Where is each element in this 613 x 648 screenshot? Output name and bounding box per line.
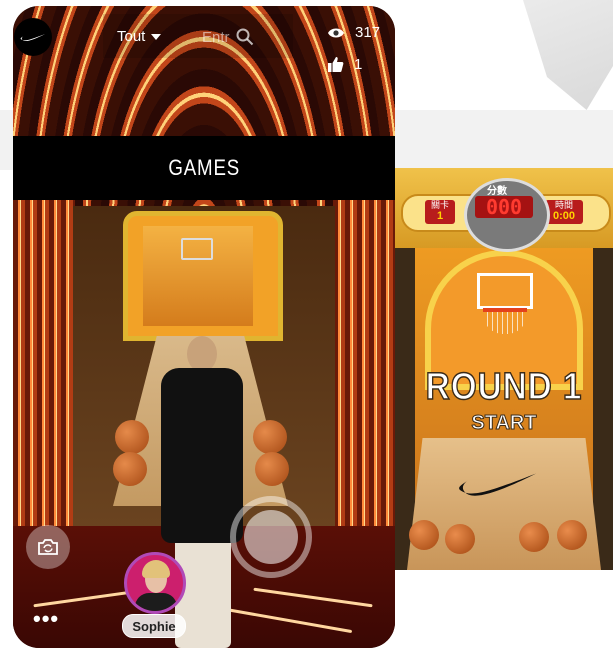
background-shape [523, 0, 613, 110]
basketball [409, 520, 439, 550]
search-input[interactable]: Entr [202, 28, 254, 46]
basketball [445, 524, 475, 554]
time-value: 0:00 [552, 210, 576, 222]
likes-count: 1 [354, 56, 363, 73]
time-box: 時間 0:00 [545, 200, 583, 224]
basketball [115, 420, 149, 454]
views-count: 317 [355, 24, 381, 41]
basketball [557, 520, 587, 550]
chevron-down-icon [151, 33, 162, 40]
avatar[interactable] [124, 552, 186, 614]
thumbs-up-icon [328, 57, 344, 72]
search-icon [236, 28, 253, 46]
game-backboard [477, 273, 533, 309]
arcade-hoop [181, 238, 213, 260]
likes-counter[interactable]: 1 [327, 56, 362, 73]
phone-screen [13, 6, 395, 648]
light-curtain-left [13, 196, 75, 526]
level-box: 關卡 1 [425, 200, 455, 224]
creator-name-badge[interactable]: Sophie [122, 614, 186, 638]
games-banner: GAMES [13, 136, 395, 200]
camera-flip-icon [38, 539, 58, 555]
nike-logo-icon[interactable] [14, 18, 52, 56]
games-banner-label: GAMES [168, 155, 240, 180]
game-preview: 關卡 1 時間 0:00 分數 000 ROUND 1 START [395, 168, 613, 570]
eye-icon [328, 28, 344, 37]
views-counter: 317 [327, 24, 380, 41]
capture-button[interactable] [230, 496, 312, 578]
start-label: START [471, 412, 537, 435]
light-curtain-right [333, 196, 395, 526]
game-court-floor [407, 438, 601, 570]
score-value: 000 [475, 196, 533, 218]
basketball [253, 420, 287, 454]
basketball [113, 452, 147, 486]
filter-label: Tout [117, 28, 146, 45]
level-value: 1 [436, 210, 444, 222]
basketball [519, 522, 549, 552]
more-icon[interactable]: ••• [33, 606, 59, 632]
search-placeholder: Entr [202, 28, 230, 46]
camera-flip-button[interactable] [26, 525, 70, 569]
nike-swoosh-icon [459, 473, 537, 496]
basketball [255, 452, 289, 486]
round-title: ROUND 1 [425, 365, 583, 409]
filter-dropdown[interactable]: Tout [117, 28, 162, 45]
